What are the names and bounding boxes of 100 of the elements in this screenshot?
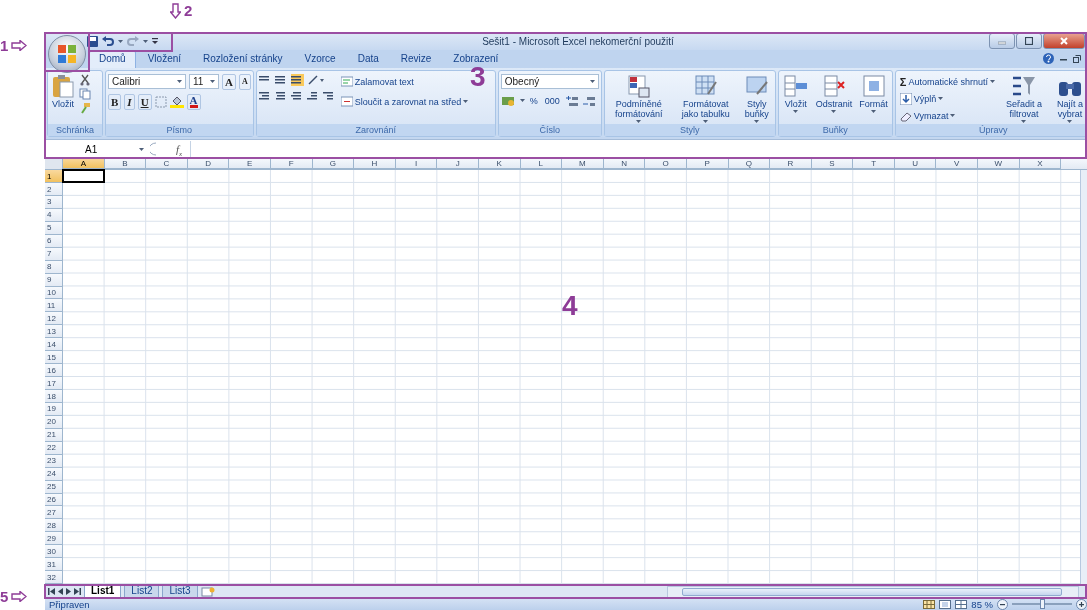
normal-view-icon[interactable] [923, 599, 936, 609]
cut-icon[interactable] [79, 73, 91, 86]
text-orientation-icon[interactable] [306, 73, 325, 86]
column-header[interactable]: G [312, 158, 355, 170]
currency-icon[interactable] [500, 94, 517, 107]
paste-button[interactable]: Vložit [50, 73, 76, 125]
font-name-field[interactable]: Calibri [108, 74, 186, 90]
column-header[interactable]: L [520, 158, 563, 170]
row-header[interactable]: 13 [45, 325, 63, 339]
column-header[interactable]: T [853, 158, 895, 170]
editing-button[interactable]: Najít a vybrat [1050, 73, 1087, 125]
number-format-field[interactable]: Obecný [500, 73, 599, 89]
dropdown-arrow-icon[interactable] [463, 100, 469, 104]
ribbon-tab[interactable]: Vložení [137, 49, 192, 68]
dropdown-arrow-icon[interactable] [636, 119, 642, 123]
office-logo-icon[interactable] [57, 44, 77, 64]
column-header[interactable]: W [978, 158, 1020, 170]
align-right-icon[interactable] [290, 89, 304, 102]
dropdown-arrow-icon[interactable] [703, 119, 709, 123]
ribbon-tab[interactable]: Rozložení stránky [193, 49, 293, 68]
zoom-level[interactable]: 85 % [971, 598, 993, 610]
column-header[interactable]: R [770, 158, 812, 170]
help-icon[interactable] [1043, 53, 1054, 65]
customize-toolbar-icon[interactable] [152, 37, 158, 45]
row-header[interactable]: 18 [45, 390, 63, 403]
increase-decimal-icon[interactable] [564, 94, 579, 107]
dropdown-arrow-icon[interactable] [589, 79, 595, 83]
bold-button[interactable]: B [108, 93, 122, 110]
column-header[interactable]: Q [728, 158, 771, 170]
first-sheet-icon[interactable] [48, 588, 55, 596]
decrease-decimal-icon[interactable] [581, 94, 596, 107]
dropdown-arrow-icon[interactable] [210, 80, 215, 84]
dropdown-arrow-icon[interactable] [519, 99, 525, 103]
column-header[interactable]: M [562, 158, 604, 170]
dropdown-arrow-icon[interactable] [139, 147, 144, 151]
ribbon-tab[interactable]: Vzorce [294, 49, 346, 68]
delete-cells-icon[interactable] [821, 73, 847, 98]
row-header[interactable]: 27 [45, 506, 63, 520]
dropdown-arrow-icon[interactable] [938, 97, 944, 101]
font-size-field[interactable]: 11 [189, 74, 219, 90]
ribbon-tab[interactable]: Revize [390, 49, 442, 68]
clipboard-icon[interactable] [52, 73, 74, 98]
prev-sheet-icon[interactable] [58, 588, 63, 596]
column-header[interactable]: J [437, 158, 479, 170]
vertical-scrollbar[interactable] [1080, 170, 1087, 585]
column-header[interactable]: N [603, 158, 646, 170]
underline-button[interactable]: U [137, 93, 152, 110]
styles-button[interactable]: Podmíněné formátování [606, 73, 671, 125]
row-header[interactable]: 29 [45, 532, 63, 546]
row-header[interactable]: 1 [45, 170, 63, 184]
font-color-button[interactable]: A [186, 93, 201, 110]
restore-icon[interactable] [1073, 54, 1081, 63]
last-sheet-icon[interactable] [74, 588, 81, 596]
row-header[interactable]: 14 [45, 338, 63, 352]
wrap-text-button[interactable]: Zalamovat text [338, 73, 416, 90]
editing-button[interactable]: Seřadit a filtrovat [999, 73, 1048, 125]
merge-cells-icon[interactable] [340, 96, 353, 108]
column-header[interactable]: S [811, 158, 854, 170]
thousands-button[interactable]: 000 [542, 92, 562, 109]
cells-button[interactable]: Odstranit [813, 73, 855, 125]
row-header[interactable]: 16 [45, 364, 63, 378]
merge-center-button[interactable]: Sloučit a zarovnat na střed [338, 93, 471, 110]
column-header[interactable]: C [146, 158, 188, 170]
ribbon-tab[interactable]: Data [347, 49, 389, 68]
page-break-icon[interactable] [955, 599, 968, 609]
dropdown-arrow-icon[interactable] [754, 119, 760, 123]
dropdown-arrow-icon[interactable] [1067, 119, 1073, 123]
italic-button[interactable]: I [124, 93, 135, 110]
row-header[interactable]: 17 [45, 377, 63, 391]
fill-button[interactable]: Výplň [897, 90, 946, 107]
column-header[interactable]: P [686, 158, 729, 170]
column-header[interactable]: H [354, 158, 396, 170]
column-header[interactable]: X [1019, 158, 1062, 170]
table-style-icon[interactable] [693, 73, 718, 98]
column-header[interactable]: K [478, 158, 521, 170]
styles-button[interactable]: Formátovat jako tabulku [673, 73, 738, 125]
page-layout-icon[interactable] [939, 599, 952, 609]
align-left-icon[interactable] [258, 89, 272, 102]
grow-font-button[interactable]: A [222, 73, 236, 90]
shrink-font-button[interactable]: A [238, 73, 251, 90]
row-header[interactable]: 12 [45, 312, 63, 326]
zoom-out-icon[interactable] [997, 598, 1008, 610]
row-header[interactable]: 2 [45, 183, 63, 196]
dropdown-arrow-icon[interactable] [831, 109, 837, 113]
insert-function-button[interactable]: f$_{x}$ [176, 141, 183, 158]
insert-cells-icon[interactable] [782, 73, 809, 98]
align-bottom-icon[interactable] [290, 73, 304, 86]
arrow-right-icon[interactable] [11, 40, 28, 52]
dropdown-arrow-icon[interactable] [118, 39, 123, 43]
cell-grid[interactable] [63, 170, 1080, 585]
row-header[interactable]: 30 [45, 545, 63, 559]
column-header[interactable]: E [229, 158, 271, 170]
align-middle-icon[interactable] [274, 73, 288, 86]
column-header[interactable]: U [894, 158, 937, 170]
cells-button[interactable]: Formát [857, 73, 890, 125]
cells-button[interactable]: Vložit [780, 73, 811, 125]
column-header[interactable]: V [936, 158, 979, 170]
column-header[interactable]: F [270, 158, 313, 170]
column-header[interactable]: A [63, 158, 105, 170]
name-box[interactable]: A1 [45, 143, 150, 155]
